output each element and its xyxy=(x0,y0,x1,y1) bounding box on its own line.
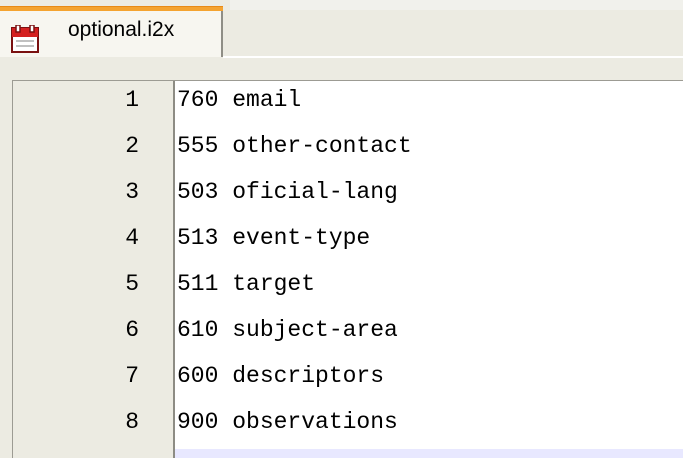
line-text: 503 oficial-lang xyxy=(177,179,398,205)
line-number: 3 xyxy=(125,179,139,205)
line-number: 5 xyxy=(125,271,139,297)
line-text: 555 other-contact xyxy=(177,133,412,159)
code-editor[interactable]: 1 760 email 2 555 other-contact 3 503 of… xyxy=(12,80,683,458)
editor-line[interactable]: 6 610 subject-area xyxy=(13,311,683,357)
current-line-highlight xyxy=(175,449,683,458)
editor-line[interactable]: 5 511 target xyxy=(13,265,683,311)
editor-line[interactable]: 1 760 email xyxy=(13,81,683,127)
document-icon xyxy=(11,25,39,53)
tab-bar-background xyxy=(230,0,683,10)
line-text: 600 descriptors xyxy=(177,363,385,389)
line-text: 760 email xyxy=(177,87,302,113)
line-number: 8 xyxy=(125,409,139,435)
line-text: 513 event-type xyxy=(177,225,371,251)
line-number: 1 xyxy=(125,87,139,113)
line-number: 4 xyxy=(125,225,139,251)
line-text: 511 target xyxy=(177,271,316,297)
editor-line[interactable]: 8 900 observations xyxy=(13,403,683,449)
tab-label: optional.i2x xyxy=(68,18,175,41)
editor-line[interactable]: 3 503 oficial-lang xyxy=(13,173,683,219)
tab-optional-i2x[interactable]: optional.i2x xyxy=(0,6,223,57)
line-number: 2 xyxy=(125,133,139,159)
editor-line[interactable]: 2 555 other-contact xyxy=(13,127,683,173)
tab-bar: optional.i2x xyxy=(0,0,683,60)
line-text: 610 subject-area xyxy=(177,317,398,343)
line-text: 900 observations xyxy=(177,409,398,435)
line-number: 6 xyxy=(125,317,139,343)
active-tab-indicator xyxy=(0,6,223,11)
editor-line[interactable]: 7 600 descriptors xyxy=(13,357,683,403)
tab-bar-baseline xyxy=(223,56,683,58)
editor-line[interactable]: 4 513 event-type xyxy=(13,219,683,265)
line-number: 7 xyxy=(125,363,139,389)
